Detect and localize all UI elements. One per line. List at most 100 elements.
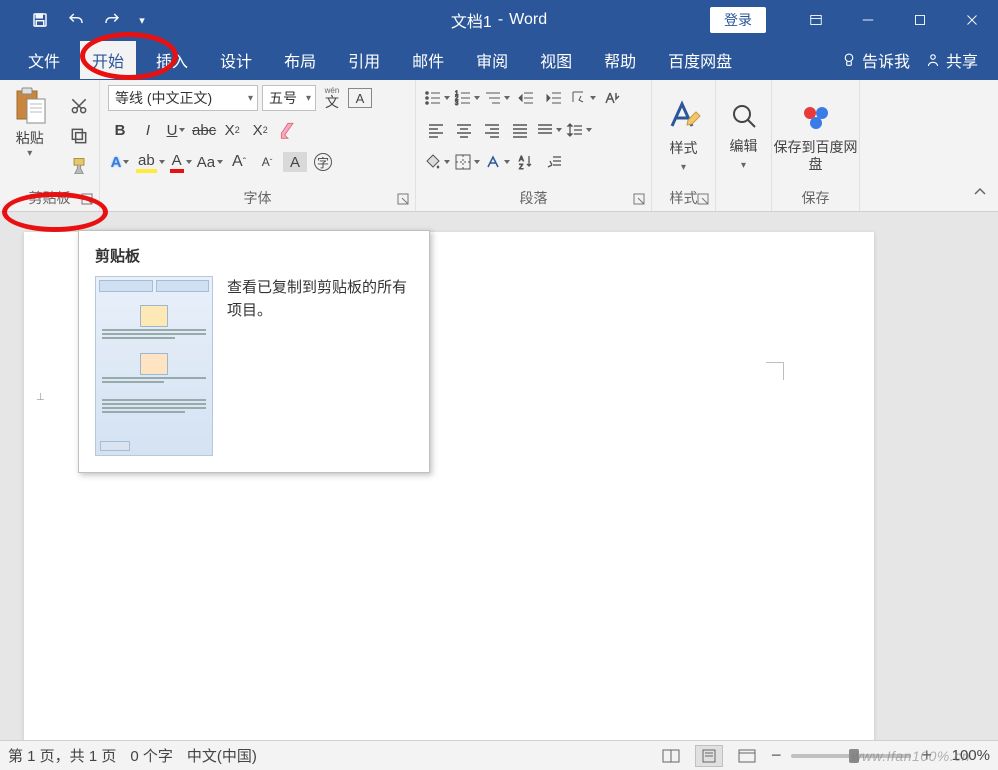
align-right-icon[interactable] bbox=[480, 117, 504, 143]
clipboard-tooltip: 剪贴板 查看已复制到剪贴板的所有项目。 bbox=[78, 230, 430, 473]
bullets-icon[interactable] bbox=[424, 85, 450, 111]
align-justify-icon[interactable] bbox=[508, 117, 532, 143]
group-font: 等线 (中文正文)▾ 五号▾ wén 文 A B I U abc X2 X2 bbox=[100, 80, 416, 211]
highlight-icon[interactable]: ab bbox=[136, 149, 165, 175]
format-painter-icon[interactable] bbox=[67, 154, 91, 178]
char-shading-icon[interactable]: A bbox=[283, 152, 307, 172]
shading-icon[interactable] bbox=[424, 149, 450, 175]
close-icon[interactable] bbox=[946, 0, 998, 40]
line-spacing-icon[interactable] bbox=[566, 117, 592, 143]
tell-me-button[interactable]: 告诉我 bbox=[840, 48, 910, 72]
undo-icon[interactable] bbox=[60, 6, 92, 34]
font-name-combo[interactable]: 等线 (中文正文)▾ bbox=[108, 85, 258, 111]
qat-customize-icon[interactable]: ▾ bbox=[132, 6, 152, 34]
status-words[interactable]: 0 个字 bbox=[130, 745, 173, 766]
align-left-icon[interactable] bbox=[424, 117, 448, 143]
styles-button[interactable]: 样式 ▾ bbox=[652, 80, 715, 187]
group-clipboard-label: 剪贴板 bbox=[29, 188, 71, 208]
increase-indent-icon[interactable] bbox=[542, 85, 566, 111]
zoom-slider[interactable] bbox=[791, 754, 911, 758]
text-direction-icon[interactable] bbox=[570, 85, 596, 111]
text-effects-icon[interactable]: A bbox=[108, 149, 132, 175]
tab-references[interactable]: 引用 bbox=[336, 41, 392, 79]
share-button[interactable]: 共享 bbox=[924, 48, 978, 72]
tab-home[interactable]: 开始 bbox=[80, 41, 136, 79]
font-color-icon[interactable]: A bbox=[169, 149, 193, 175]
align-center-icon[interactable] bbox=[452, 117, 476, 143]
paragraph-launcher-icon[interactable] bbox=[633, 193, 647, 207]
multilevel-list-icon[interactable] bbox=[484, 85, 510, 111]
svg-text:Z: Z bbox=[519, 164, 524, 171]
collapse-ribbon-icon[interactable] bbox=[972, 184, 988, 205]
bold-icon[interactable]: B bbox=[108, 117, 132, 143]
title-bar: ▾ 文档1 - Word 登录 bbox=[0, 0, 998, 40]
group-styles: 样式 ▾ 样式 bbox=[652, 80, 716, 211]
font-size-combo[interactable]: 五号▾ bbox=[262, 85, 316, 111]
borders-icon[interactable] bbox=[454, 149, 480, 175]
tab-layout[interactable]: 布局 bbox=[272, 41, 328, 79]
phonetic-guide-icon[interactable]: wén 文 bbox=[320, 85, 344, 111]
clipboard-launcher-icon[interactable] bbox=[81, 193, 95, 207]
sort-icon[interactable]: AZ bbox=[514, 149, 538, 175]
save-icon[interactable] bbox=[24, 6, 56, 34]
asian-layout-icon[interactable] bbox=[484, 149, 510, 175]
zoom-level[interactable]: 100% bbox=[942, 747, 990, 764]
tooltip-preview-image bbox=[95, 276, 213, 456]
subscript-icon[interactable]: X2 bbox=[220, 117, 244, 143]
edit-button[interactable]: 编辑 ▾ bbox=[716, 80, 771, 187]
grow-font-icon[interactable]: Aˆ bbox=[227, 149, 251, 175]
maximize-icon[interactable] bbox=[894, 0, 946, 40]
svg-text:3: 3 bbox=[455, 101, 459, 107]
group-save: 保存到百度网盘 保存 bbox=[772, 80, 860, 211]
status-page[interactable]: 第 1 页，共 1 页 bbox=[8, 745, 116, 766]
numbering-icon[interactable]: 123 bbox=[454, 85, 480, 111]
paste-dropdown-icon[interactable]: ▾ bbox=[27, 148, 32, 159]
group-styles-label: 样式 bbox=[670, 188, 698, 208]
save-to-baidu-button[interactable]: 保存到百度网盘 bbox=[772, 80, 859, 187]
paste-icon[interactable] bbox=[12, 86, 48, 126]
paragraph-mark-icon[interactable] bbox=[542, 149, 566, 175]
zoom-in-icon[interactable]: + bbox=[921, 745, 932, 766]
login-button[interactable]: 登录 bbox=[710, 7, 766, 33]
tab-help[interactable]: 帮助 bbox=[592, 41, 648, 79]
tab-insert[interactable]: 插入 bbox=[144, 41, 200, 79]
superscript-icon[interactable]: X2 bbox=[248, 117, 272, 143]
show-marks-icon[interactable] bbox=[600, 85, 624, 111]
tab-file[interactable]: 文件 bbox=[16, 41, 72, 79]
web-layout-icon[interactable] bbox=[733, 745, 761, 767]
paste-label: 粘贴 bbox=[16, 128, 44, 148]
group-paragraph: 123 bbox=[416, 80, 652, 211]
shrink-font-icon[interactable]: Aˇ bbox=[255, 149, 279, 175]
tab-mailings[interactable]: 邮件 bbox=[400, 41, 456, 79]
align-distributed-icon[interactable] bbox=[536, 117, 562, 143]
ribbon-display-options-icon[interactable] bbox=[790, 0, 842, 40]
styles-launcher-icon[interactable] bbox=[697, 193, 711, 207]
copy-icon[interactable] bbox=[67, 124, 91, 148]
clear-format-icon[interactable] bbox=[276, 117, 300, 143]
tooltip-title: 剪贴板 bbox=[95, 245, 413, 266]
zoom-out-icon[interactable]: − bbox=[771, 745, 782, 766]
print-layout-icon[interactable] bbox=[695, 745, 723, 767]
minimize-icon[interactable] bbox=[842, 0, 894, 40]
redo-icon[interactable] bbox=[96, 6, 128, 34]
read-mode-icon[interactable] bbox=[657, 745, 685, 767]
cut-icon[interactable] bbox=[67, 94, 91, 118]
tab-design[interactable]: 设计 bbox=[208, 41, 264, 79]
tooltip-text: 查看已复制到剪贴板的所有项目。 bbox=[227, 276, 413, 456]
status-language[interactable]: 中文(中国) bbox=[187, 745, 257, 766]
character-border-icon[interactable]: A bbox=[348, 88, 372, 108]
enclose-char-icon[interactable]: 字 bbox=[311, 149, 335, 175]
italic-icon[interactable]: I bbox=[136, 117, 160, 143]
font-launcher-icon[interactable] bbox=[397, 193, 411, 207]
group-save-label: 保存 bbox=[802, 188, 830, 208]
tab-baidu[interactable]: 百度网盘 bbox=[656, 41, 744, 79]
strikethrough-icon[interactable]: abc bbox=[192, 117, 216, 143]
ribbon: 粘贴 ▾ 剪贴板 等线 (中文正文)▾ 五号▾ wé bbox=[0, 80, 998, 212]
tab-view[interactable]: 视图 bbox=[528, 41, 584, 79]
tab-review[interactable]: 审阅 bbox=[464, 41, 520, 79]
decrease-indent-icon[interactable] bbox=[514, 85, 538, 111]
change-case-icon[interactable]: Aa bbox=[197, 149, 223, 175]
group-edit: 编辑 ▾ bbox=[716, 80, 772, 211]
group-font-label: 字体 bbox=[244, 188, 272, 208]
underline-icon[interactable]: U bbox=[164, 117, 188, 143]
